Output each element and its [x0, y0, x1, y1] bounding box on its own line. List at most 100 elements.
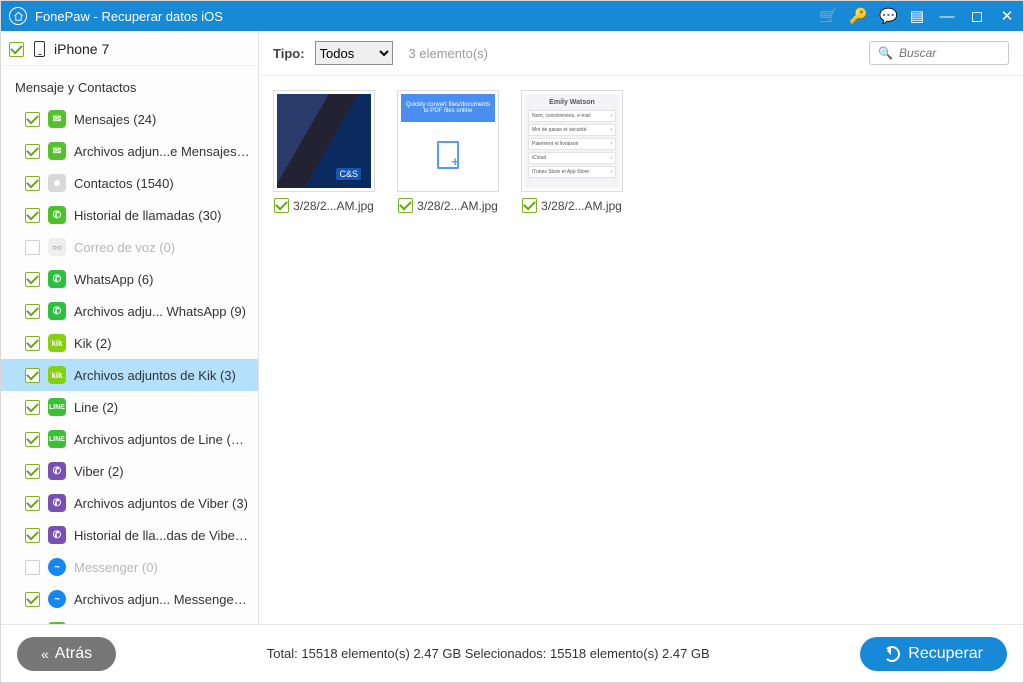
thumbnail-caption: 3/28/2...AM.jpg — [293, 199, 374, 213]
category-checkbox[interactable] — [25, 144, 40, 159]
sidebar-item[interactable]: ✉ Archivos adjun...e Mensajes (4) — [1, 135, 258, 167]
category-label: Messenger (0) — [74, 560, 250, 575]
sidebar-item[interactable]: ✆ Archivos adju... WhatsApp (9) — [1, 295, 258, 327]
sidebar-item[interactable]: ○○Correo de voz (0) — [1, 231, 258, 263]
app-logo-icon — [9, 7, 27, 25]
category-icon: kik — [48, 366, 66, 384]
category-label: Archivos adju... WhatsApp (9) — [74, 304, 250, 319]
sidebar-item[interactable]: ✉WeChat (0) — [1, 615, 258, 624]
thumbnail-image: Emily WatsonNom, coordonnées, e-mail›Mot… — [521, 90, 623, 192]
category-label: Archivos adjuntos de Kik (3) — [74, 368, 250, 383]
thumbnail-image: Quickly convert files/documents to PDF f… — [397, 90, 499, 192]
sidebar-item[interactable]: ☻Contactos (1540) — [1, 167, 258, 199]
thumbnail-caption: 3/28/2...AM.jpg — [417, 199, 498, 213]
category-checkbox[interactable] — [25, 304, 40, 319]
chevron-left-icon: « — [41, 646, 45, 662]
recover-button[interactable]: Recuperar — [860, 637, 1007, 671]
category-checkbox[interactable] — [25, 272, 40, 287]
category-label: Kik (2) — [74, 336, 250, 351]
category-icon: ✆ — [48, 494, 66, 512]
category-checkbox[interactable] — [25, 496, 40, 511]
category-icon: ~ — [48, 558, 66, 576]
category-icon: ☻ — [48, 174, 66, 192]
sidebar-item[interactable]: kik Kik (2) — [1, 327, 258, 359]
search-box[interactable]: 🔍 — [869, 41, 1009, 65]
category-checkbox[interactable] — [25, 464, 40, 479]
category-label: WhatsApp (6) — [74, 272, 250, 287]
category-checkbox[interactable] — [25, 176, 40, 191]
category-checkbox[interactable] — [25, 560, 40, 575]
category-checkbox[interactable] — [25, 400, 40, 415]
thumbnail-grid: 3/28/2...AM.jpg Quickly convert files/doc… — [259, 76, 1023, 624]
thumbnail-image — [273, 90, 375, 192]
category-icon: kik — [48, 334, 66, 352]
category-icon: LINE — [48, 398, 66, 416]
sidebar-item[interactable]: ✆Historial de llamadas (30) — [1, 199, 258, 231]
close-icon[interactable]: ✕ — [999, 7, 1015, 25]
sidebar-item[interactable]: ✆ Historial de lla...das de Viber (1) — [1, 519, 258, 551]
category-label: Mensajes (24) — [74, 112, 250, 127]
sidebar-item[interactable]: ✉ Mensajes (24) — [1, 103, 258, 135]
footer-totals: Total: 15518 elemento(s) 2.47 GB Selecio… — [136, 646, 840, 661]
thumbnail-checkbox[interactable] — [522, 198, 537, 213]
back-button[interactable]: « Atrás — [17, 637, 116, 671]
category-checkbox[interactable] — [25, 336, 40, 351]
category-checkbox[interactable] — [25, 368, 40, 383]
sidebar-section-title: Mensaje y Contactos — [1, 66, 258, 103]
sidebar-item[interactable]: kik Archivos adjuntos de Kik (3) — [1, 359, 258, 391]
category-checkbox[interactable] — [25, 240, 40, 255]
category-label: Archivos adjun...e Mensajes (4) — [74, 144, 250, 159]
cart-icon[interactable]: 🛒 — [819, 7, 835, 25]
type-label: Tipo: — [273, 46, 305, 61]
type-select[interactable]: Todos — [315, 41, 393, 65]
minimize-icon[interactable]: — — [939, 8, 955, 25]
sidebar-item[interactable]: ✆ Viber (2) — [1, 455, 258, 487]
category-label: Historial de lla...das de Viber (1) — [74, 528, 250, 543]
category-checkbox[interactable] — [25, 112, 40, 127]
sidebar-item[interactable]: ✆WhatsApp (6) — [1, 263, 258, 295]
category-checkbox[interactable] — [25, 528, 40, 543]
category-label: Historial de llamadas (30) — [74, 208, 250, 223]
feedback-icon[interactable]: 💬 — [879, 7, 895, 25]
element-count: 3 elemento(s) — [409, 46, 488, 61]
thumbnail[interactable]: Emily WatsonNom, coordonnées, e-mail›Mot… — [521, 90, 623, 213]
category-icon: ✆ — [48, 462, 66, 480]
menu-icon[interactable]: ▤ — [909, 7, 925, 25]
content-toolbar: Tipo: Todos 3 elemento(s) 🔍 — [259, 31, 1023, 76]
category-icon: ✉ — [48, 142, 66, 160]
device-checkbox[interactable] — [9, 42, 24, 57]
thumbnail[interactable]: Quickly convert files/documents to PDF f… — [397, 90, 499, 213]
thumbnail-checkbox[interactable] — [398, 198, 413, 213]
titlebar: FonePaw - Recuperar datos iOS 🛒 🔑 💬 ▤ — … — [1, 1, 1023, 31]
phone-icon — [34, 41, 45, 57]
key-icon[interactable]: 🔑 — [849, 7, 865, 25]
sidebar-item[interactable]: ~ Archivos adjun... Messenger (1) — [1, 583, 258, 615]
recover-icon — [884, 646, 900, 662]
sidebar-item[interactable]: LINE Line (2) — [1, 391, 258, 423]
category-checkbox[interactable] — [25, 592, 40, 607]
category-icon: ✆ — [48, 302, 66, 320]
search-input[interactable] — [899, 46, 1000, 60]
category-label: Line (2) — [74, 400, 250, 415]
thumbnail-checkbox[interactable] — [274, 198, 289, 213]
category-label: Viber (2) — [74, 464, 250, 479]
category-label: Archivos adjun... Messenger (1) — [74, 592, 250, 607]
category-icon: ✉ — [48, 110, 66, 128]
device-row[interactable]: iPhone 7 — [1, 31, 258, 66]
device-name: iPhone 7 — [54, 41, 109, 57]
category-icon: LINE — [48, 430, 66, 448]
category-checkbox[interactable] — [25, 208, 40, 223]
category-checkbox[interactable] — [25, 432, 40, 447]
sidebar-item[interactable]: LINE Archivos adjuntos de Line (500) — [1, 423, 258, 455]
category-label: Archivos adjuntos de Viber (3) — [74, 496, 250, 511]
category-label: Archivos adjuntos de Line (500) — [74, 432, 250, 447]
sidebar-item[interactable]: ~ Messenger (0) — [1, 551, 258, 583]
content-pane: Tipo: Todos 3 elemento(s) 🔍 3/28/2...AM.… — [259, 31, 1023, 624]
maximize-icon[interactable]: ◻ — [969, 7, 985, 25]
category-icon: ✆ — [48, 526, 66, 544]
thumbnail[interactable]: 3/28/2...AM.jpg — [273, 90, 375, 213]
sidebar-item[interactable]: ✆ Archivos adjuntos de Viber (3) — [1, 487, 258, 519]
category-icon: ~ — [48, 590, 66, 608]
category-icon: ○○ — [48, 238, 66, 256]
recover-button-label: Recuperar — [908, 645, 983, 663]
